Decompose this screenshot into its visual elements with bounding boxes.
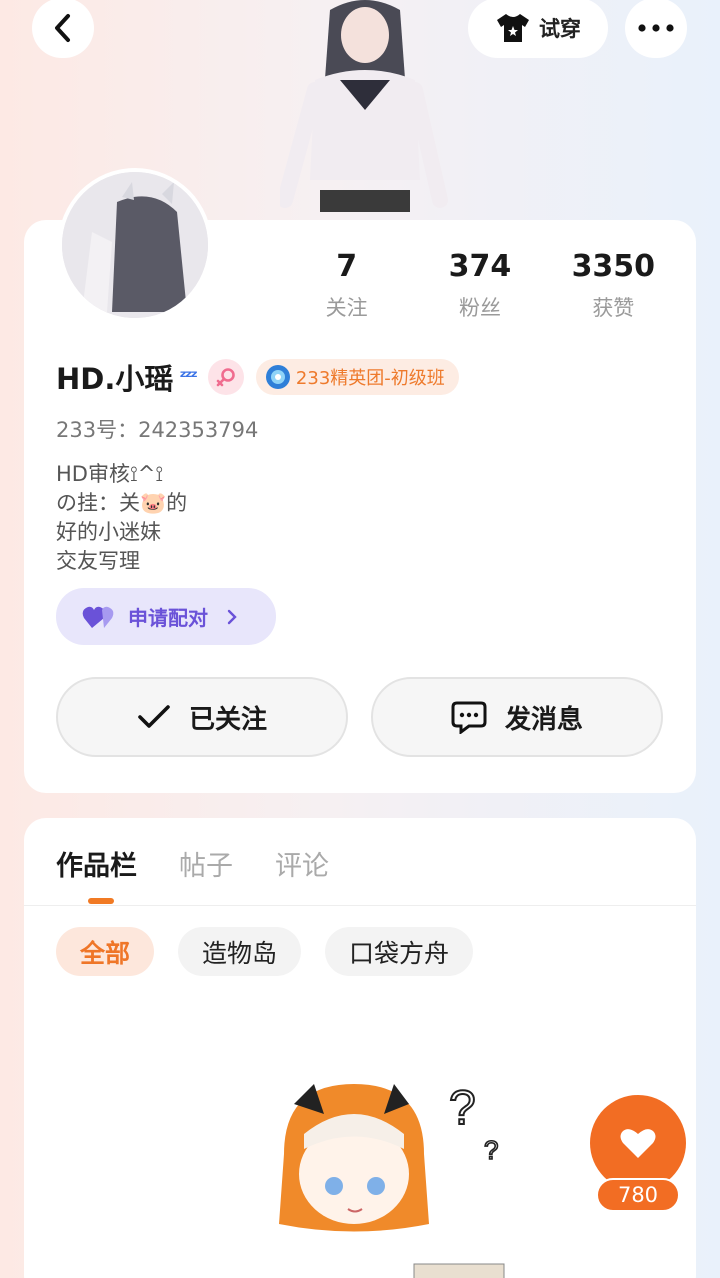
- avatar[interactable]: [58, 168, 212, 322]
- request-pair-button[interactable]: 申请配对: [56, 588, 276, 645]
- name-row: HD.小瑶 ᶻᶻᶻ 233精英团-初级班: [56, 356, 459, 398]
- divider: [24, 905, 696, 906]
- sleep-status-icon: ᶻᶻᶻ: [179, 366, 197, 388]
- bio-line: 交友写理: [56, 549, 140, 573]
- tab-indicator: [88, 898, 114, 904]
- double-heart-icon: [82, 606, 114, 628]
- send-message-button[interactable]: 发消息: [371, 677, 663, 757]
- back-button[interactable]: [32, 0, 94, 58]
- user-id: 233号：242353794: [56, 418, 259, 442]
- request-pair-label: 申请配对: [128, 606, 208, 630]
- stat-followers[interactable]: 374 粉丝: [413, 250, 546, 322]
- bio-line: HD审核⟟^⟟: [56, 462, 164, 486]
- bio-line: 好的小迷妹: [56, 520, 161, 544]
- bio: HD审核⟟^⟟ の挂：关🐷的 好的小迷妹 交友写理: [56, 460, 187, 576]
- stat-following[interactable]: 7 关注: [280, 250, 413, 322]
- medal-icon: [265, 365, 290, 389]
- stat-likes[interactable]: 3350 获赞: [547, 250, 680, 322]
- like-button[interactable]: [590, 1095, 686, 1191]
- works-card: 作品栏 帖子 评论 全部 造物岛 口袋方舟 ? ?: [24, 818, 696, 1278]
- chevron-left-icon: [55, 14, 70, 42]
- stat-value: 374: [448, 249, 512, 284]
- stat-value: 7: [336, 249, 358, 284]
- bio-line: の挂：关🐷的: [56, 491, 188, 515]
- svg-text:?: ?: [449, 1082, 476, 1135]
- filter-pocket-ark[interactable]: 口袋方舟: [325, 927, 474, 976]
- chevron-right-icon: [227, 609, 237, 624]
- stat-label: 粉丝: [458, 296, 501, 320]
- svg-text:?: ?: [484, 1135, 498, 1165]
- empty-state-illustration: ? ?: [279, 1081, 505, 1278]
- female-icon: [207, 359, 244, 395]
- rank-badge-label: 233精英团-初级班: [295, 368, 445, 389]
- more-dots-icon: [638, 24, 674, 32]
- like-count: 780: [596, 1178, 680, 1212]
- try-on-button[interactable]: 试穿: [468, 0, 608, 58]
- username: HD.小瑶: [56, 362, 174, 396]
- followed-label: 已关注: [188, 704, 267, 735]
- chat-bubble-icon: [451, 701, 487, 734]
- more-options-button[interactable]: [625, 0, 687, 58]
- tab-comments[interactable]: 评论: [275, 844, 329, 883]
- filter-creation-island[interactable]: 造物岛: [178, 927, 302, 976]
- stat-label: 关注: [325, 296, 368, 320]
- rank-badge[interactable]: 233精英团-初级班: [255, 359, 459, 395]
- send-message-label: 发消息: [504, 704, 583, 735]
- stat-label: 获赞: [592, 296, 635, 320]
- try-on-label: 试穿: [539, 17, 581, 41]
- avatar-3d-figure[interactable]: [277, 0, 450, 222]
- stat-value: 3350: [571, 249, 656, 284]
- filter-all[interactable]: 全部: [56, 927, 155, 976]
- filter-chips: 全部 造物岛 口袋方舟: [56, 927, 474, 976]
- tshirt-icon: [497, 14, 529, 42]
- followed-button[interactable]: 已关注: [56, 677, 348, 757]
- check-icon: [138, 705, 170, 728]
- heart-icon: [620, 1129, 656, 1158]
- tab-works[interactable]: 作品栏: [56, 844, 137, 883]
- content-tabs: 作品栏 帖子 评论: [56, 844, 329, 883]
- tab-posts[interactable]: 帖子: [179, 844, 233, 883]
- profile-stats: 7 关注 374 粉丝 3350 获赞: [280, 250, 680, 322]
